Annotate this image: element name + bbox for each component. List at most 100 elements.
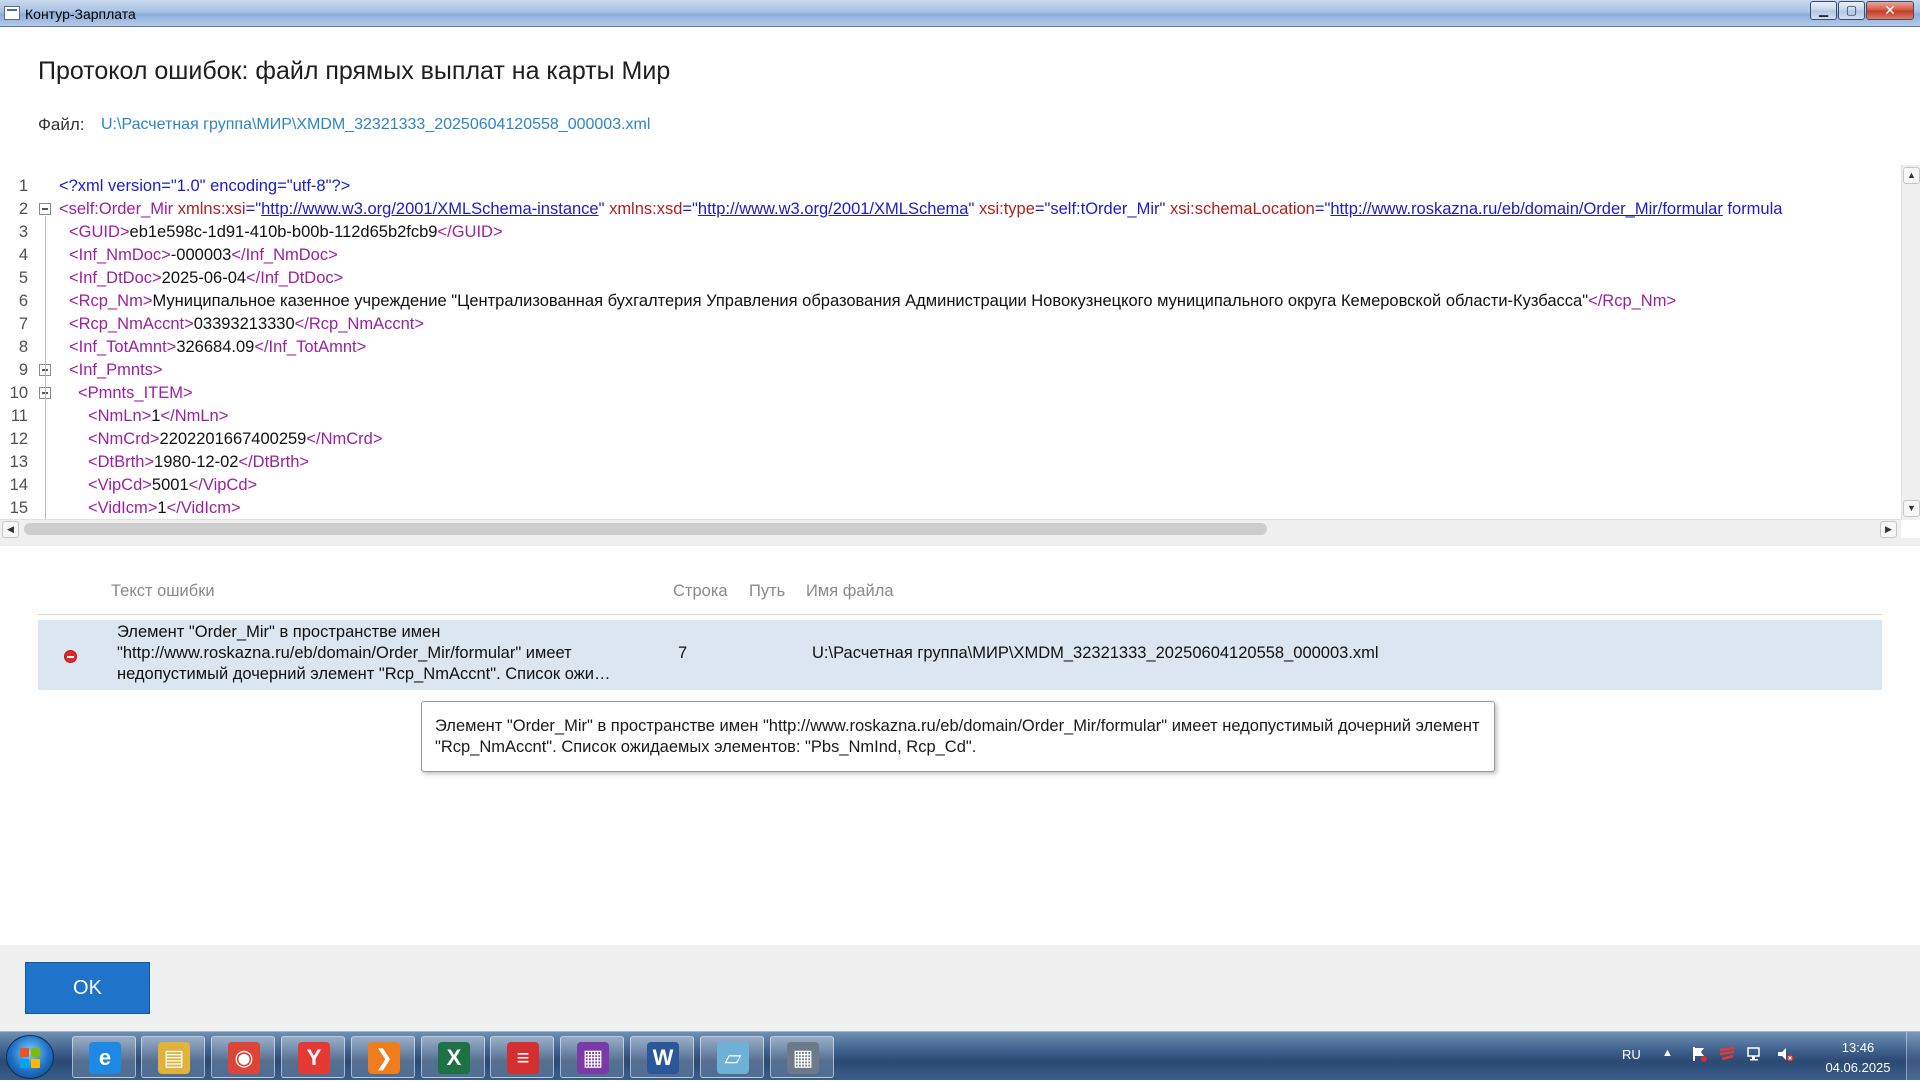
xml-line: 12 <NmCrd>2202201667400259</NmCrd> [0,428,1900,451]
xml-code: <DtBrth>1980-12-02</DtBrth> [88,451,309,474]
horizontal-scroll-thumb[interactable] [24,523,1267,535]
xml-code: <Inf_Pmnts> [69,359,163,382]
xml-token: <Inf_NmDoc> [69,246,171,264]
kontur-icon: ❯ [368,1042,400,1074]
taskbar-app-explorer-folder[interactable]: ▤ [141,1036,205,1078]
xml-token: 2202201667400259 [159,430,307,448]
column-header-line[interactable]: Строка [673,582,728,601]
tray-expand-icon[interactable]: ▲ [1662,1047,1673,1059]
xml-line: 13 <DtBrth>1980-12-02</DtBrth> [0,451,1900,474]
xml-viewer[interactable]: 1 <?xml version="1.0" encoding="utf-8"?> 2… [0,165,1920,538]
taskbar-app-yandex-browser[interactable]: Y [281,1036,345,1078]
horizontal-scrollbar[interactable]: ◀ ▶ [0,519,1901,538]
column-header-file-name[interactable]: Имя файла [806,582,894,601]
xml-line: 5 <Inf_DtDoc>2025-06-04</Inf_DtDoc> [0,267,1900,290]
xml-line: 4 <Inf_NmDoc>-000003</Inf_NmDoc> [0,244,1900,267]
scroll-down-button[interactable]: ▼ [1903,500,1920,517]
maximize-button[interactable]: ▢ [1838,1,1865,20]
xml-token: </Inf_DtDoc> [246,269,344,287]
xml-token: <Inf_DtDoc> [69,269,162,287]
xml-line: 15 <VidIcm>1</VidIcm> [0,497,1900,520]
xml-code: <Pmnts_ITEM> [78,382,193,405]
fold-guide [45,400,46,520]
xml-link[interactable]: http://www.roskazna.ru/eb/domain/Order_M… [1330,200,1722,218]
column-header-path[interactable]: Путь [749,582,785,601]
xml-token: <Inf_Pmnts> [69,361,163,379]
file-label: Файл: [38,115,85,134]
vertical-scrollbar[interactable]: ▲ ▼ [1901,165,1920,520]
xml-token: xsi:type [978,200,1035,218]
xml-token: 1 [157,499,167,517]
taskbar-app-calculator[interactable]: ▦ [770,1036,834,1078]
table-header-divider [38,614,1882,615]
ok-button[interactable]: OK [25,962,150,1014]
line-number: 8 [18,338,28,356]
xml-link[interactable]: http://www.w3.org/2001/XMLSchema-instanc… [261,200,599,218]
excel-icon: X [438,1042,470,1074]
taskbar-app-ie[interactable]: e [72,1036,136,1078]
volume-muted-icon[interactable] [1776,1045,1794,1063]
title-bar: Контур-Зарплата ▁ ▢ ✕ [0,0,1920,27]
scroll-right-button[interactable]: ▶ [1880,521,1897,538]
xml-token: xsi [225,200,246,218]
xml-token: " [1159,200,1170,218]
xml-code: <VipCd>5001</VipCd> [88,474,257,497]
xml-token: </Inf_NmDoc> [231,246,338,264]
column-header-error-text[interactable]: Текст ошибки [111,582,215,601]
winrar-icon: ▦ [577,1042,609,1074]
line-number: 12 [9,430,28,448]
xml-token: Муниципальное казенное учреждение "Центр… [152,292,1589,310]
windows-start-icon[interactable] [6,1035,54,1079]
taskbar-app-chrome[interactable]: ◉ [211,1036,275,1078]
error-file-cell: U:\Расчетная группа\МИР\XMDM_32321333_20… [812,644,1379,662]
xml-token: </GUID> [437,223,503,241]
xml-token: <VipCd> [88,476,152,494]
taskbar-app-kontur[interactable]: ❯ [351,1036,415,1078]
action-center-flag-icon[interactable] [1690,1045,1708,1063]
xml-token: self:tOrder_Mir [1050,200,1160,218]
collapse-icon[interactable] [39,203,51,215]
scroll-up-button[interactable]: ▲ [1903,167,1920,184]
taskbar-app-kontur-red[interactable]: ≡ [490,1036,554,1078]
scroll-left-button[interactable]: ◀ [2,521,19,538]
xml-token: </Rcp_Nm> [1588,292,1677,310]
yandex-browser-icon: Y [298,1042,330,1074]
show-desktop-button[interactable] [1906,1032,1920,1081]
language-indicator[interactable]: RU [1622,1047,1641,1062]
xml-token: </NmCrd> [306,430,383,448]
xml-link[interactable]: http://www.w3.org/2001/XMLSchema [698,200,969,218]
xml-code: <?xml version="1.0" encoding="utf-8"?> [59,175,350,198]
taskbar-app-word[interactable]: W [630,1036,694,1078]
network-icon[interactable] [1746,1045,1764,1063]
xml-token: =" [1314,200,1331,218]
minimize-button[interactable]: ▁ [1810,1,1837,20]
xml-line: 11 <NmLn>1</NmLn> [0,405,1900,428]
xml-token: <?xml version="1.0" encoding="utf-8"?> [59,177,351,195]
notepad-icon: ▱ [717,1042,749,1074]
clock-date[interactable]: 04.06.2025 [1818,1060,1898,1075]
xml-token: 5001 [151,476,189,494]
xml-token: <DtBrth> [88,453,155,471]
file-path-link[interactable]: U:\Расчетная группа\МИР\XMDM_32321333_20… [101,116,650,134]
taskbar-app-winrar[interactable]: ▦ [560,1036,624,1078]
xml-token: <Rcp_Nm> [69,292,153,310]
line-number: 7 [18,315,28,333]
table-row[interactable]: Элемент "Order_Mir" в пространстве имен … [38,620,1882,690]
taskbar-app-notepad[interactable]: ▱ [700,1036,764,1078]
xml-line: 8 <Inf_TotAmnt>326684.09</Inf_TotAmnt> [0,336,1900,359]
clock-time[interactable]: 13:46 [1818,1040,1898,1055]
close-button[interactable]: ✕ [1866,1,1914,20]
xml-token: 1980-12-02 [154,453,239,471]
taskbar-app-excel[interactable]: X [421,1036,485,1078]
xml-code: <NmLn>1</NmLn> [88,405,228,428]
xml-token: formula [1722,200,1783,218]
xml-token: </NmLn> [160,407,229,425]
kontur-tray-icon[interactable] [1718,1045,1736,1063]
xml-token: " [598,200,610,218]
xml-token: xmlns: [177,200,226,218]
xml-token: 2025-06-04 [161,269,247,287]
error-line-cell: 7 [678,644,688,662]
xml-token: </Rcp_NmAccnt> [294,315,424,333]
xml-token: 326684.09 [176,338,255,356]
xml-token: xsi:schemaLocation [1169,200,1315,218]
